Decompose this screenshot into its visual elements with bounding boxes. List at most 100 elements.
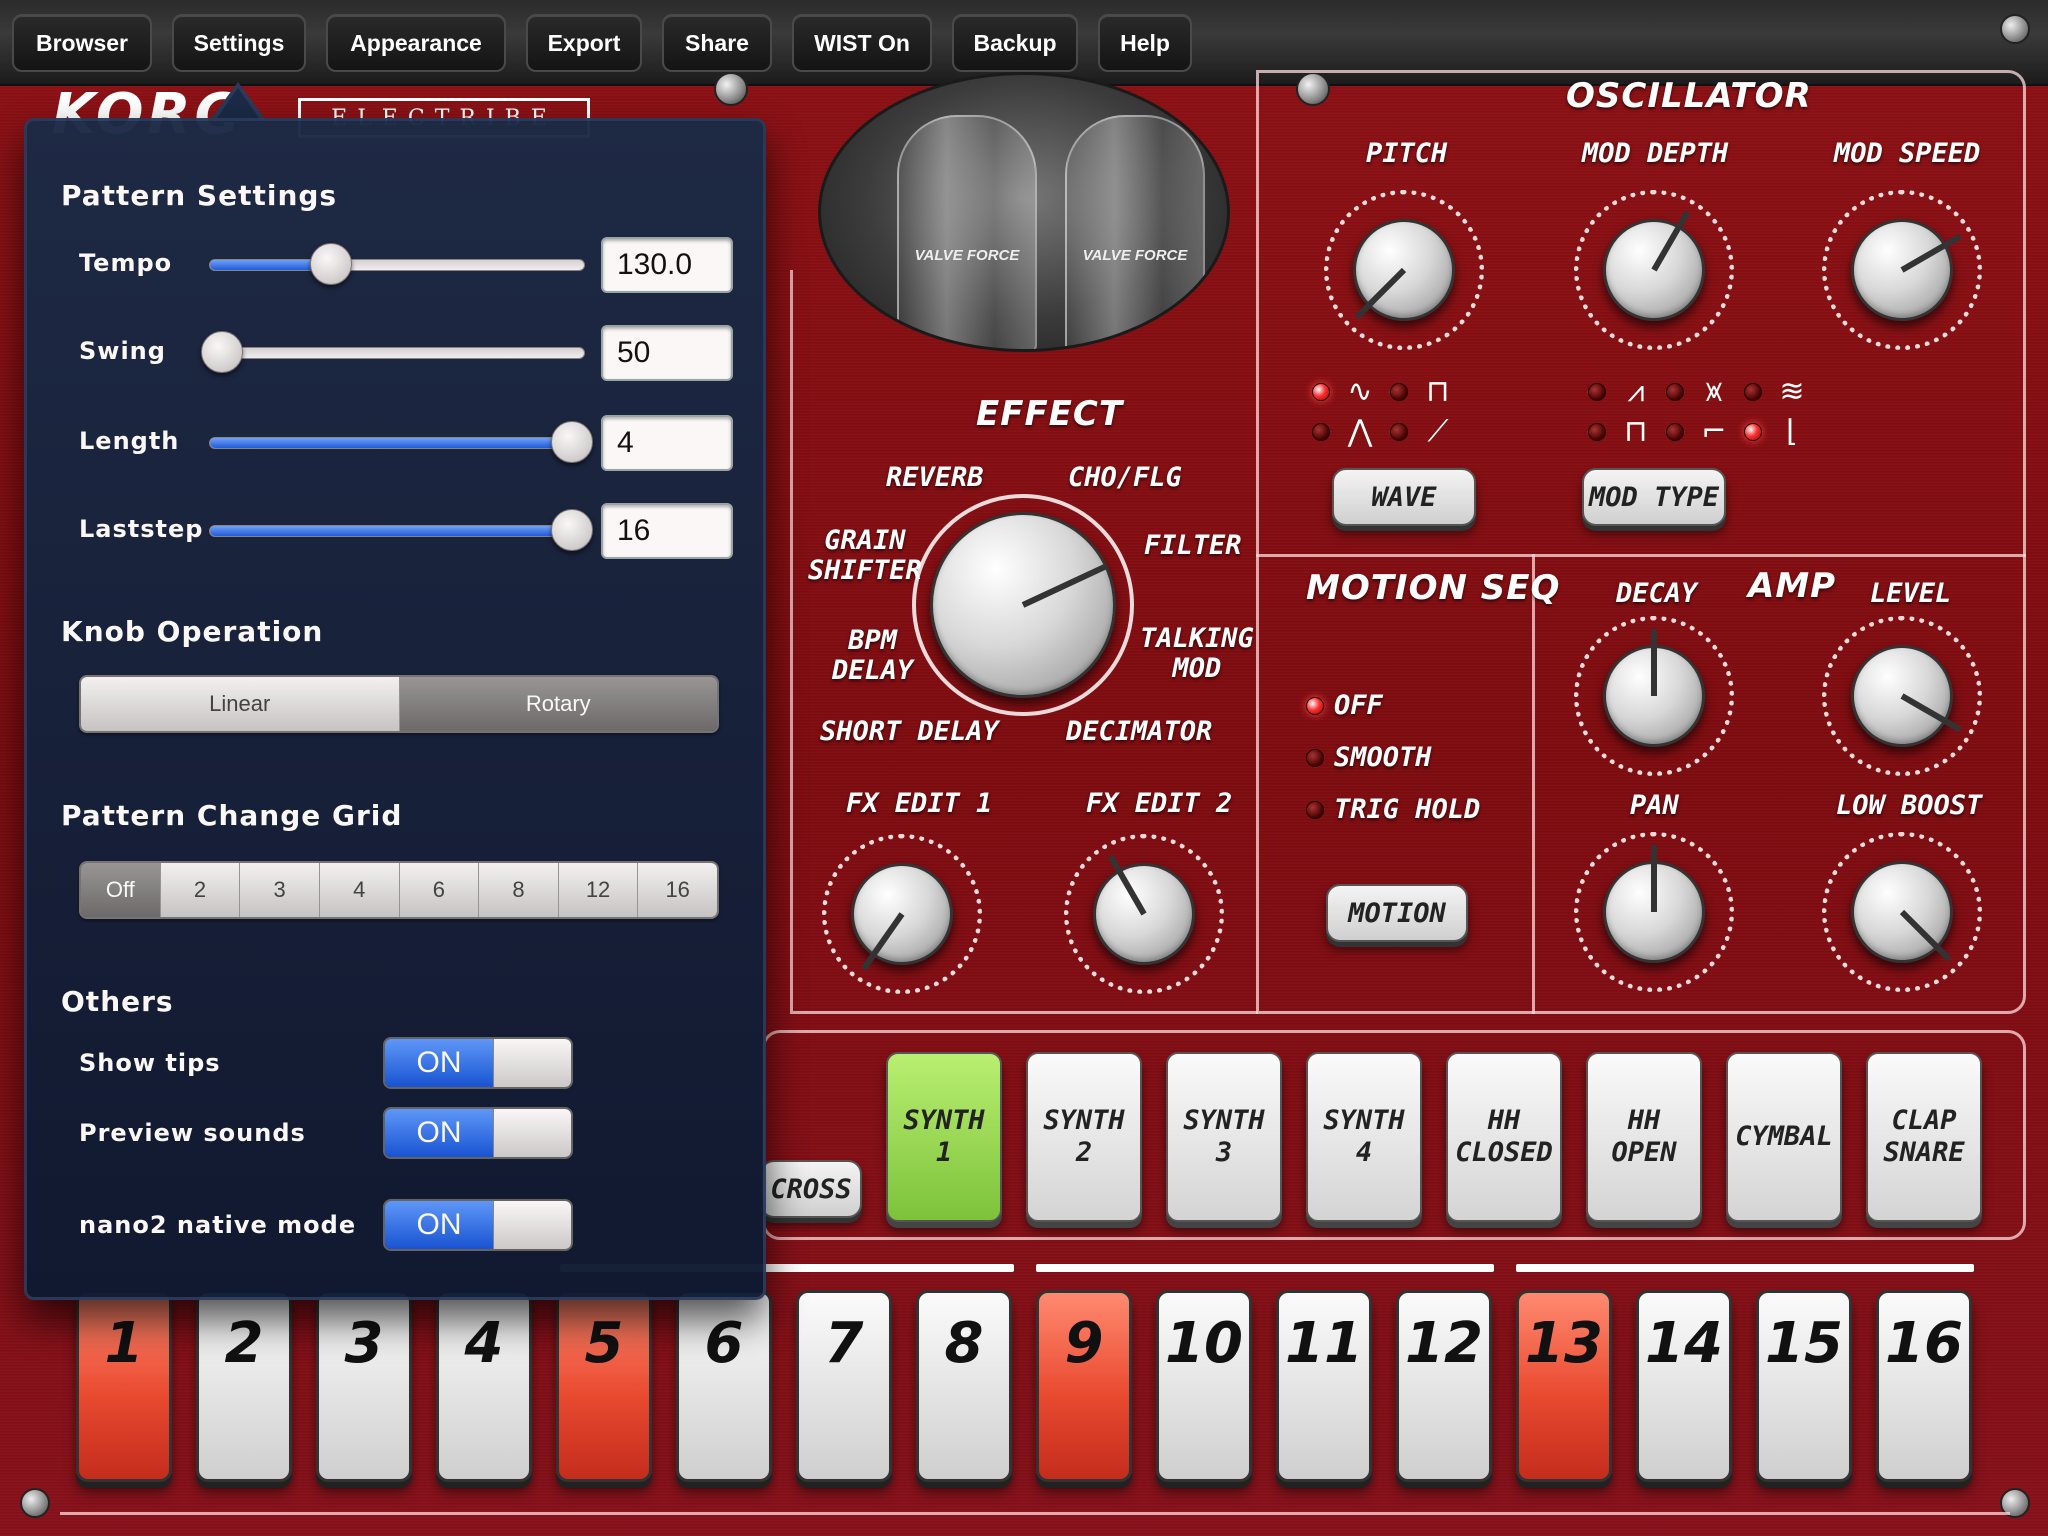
triangle-mod-icon[interactable]: ⩙ xyxy=(1694,374,1734,409)
step-group-rail xyxy=(1516,1264,1974,1272)
browser-button[interactable]: Browser xyxy=(12,14,152,72)
length-slider[interactable] xyxy=(209,437,585,449)
part-hh-closed[interactable]: HH CLOSED xyxy=(1446,1052,1562,1222)
tempo-slider-fill xyxy=(210,260,326,270)
part-synth-2[interactable]: SYNTH 2 xyxy=(1026,1052,1142,1222)
step-button-1[interactable]: 1 xyxy=(76,1290,172,1482)
part-hh-open[interactable]: HH OPEN xyxy=(1586,1052,1702,1222)
step-mod-icon[interactable]: ⌐ xyxy=(1694,414,1734,449)
level-knob[interactable] xyxy=(1822,616,1982,776)
tempo-slider[interactable] xyxy=(209,259,585,271)
step-button-15[interactable]: 15 xyxy=(1756,1290,1852,1482)
square-wave-icon[interactable]: ⊓ xyxy=(1418,374,1458,409)
help-button[interactable]: Help xyxy=(1098,14,1192,72)
show-tips-toggle[interactable]: ON xyxy=(383,1037,573,1089)
effect-select-knob[interactable] xyxy=(912,494,1134,716)
laststep-slider[interactable] xyxy=(209,525,585,537)
step-button-12[interactable]: 12 xyxy=(1396,1290,1492,1482)
step-button-13[interactable]: 13 xyxy=(1516,1290,1612,1482)
swing-slider-thumb[interactable] xyxy=(201,331,243,373)
wist-button[interactable]: WIST On xyxy=(792,14,932,72)
grid-option-16[interactable]: 16 xyxy=(638,863,717,917)
mod-depth-label: MOD DEPTH xyxy=(1582,138,1729,169)
low-boost-knob[interactable] xyxy=(1822,832,1982,992)
appearance-button[interactable]: Appearance xyxy=(326,14,506,72)
effect-talking-mod-label[interactable]: TALKING MOD xyxy=(1140,624,1254,684)
preview-sounds-toggle[interactable]: ON xyxy=(383,1107,573,1159)
step-button-5[interactable]: 5 xyxy=(556,1290,652,1482)
part-synth-1[interactable]: SYNTH 1 xyxy=(886,1052,1002,1222)
noise-mod-icon[interactable]: ≋ xyxy=(1772,374,1812,409)
step-button-6[interactable]: 6 xyxy=(676,1290,772,1482)
show-tips-label: Show tips xyxy=(79,1049,221,1077)
nano2-native-mode-toggle[interactable]: ON xyxy=(383,1199,573,1251)
step-button-14[interactable]: 14 xyxy=(1636,1290,1732,1482)
step-button-11[interactable]: 11 xyxy=(1276,1290,1372,1482)
knob-operation-linear[interactable]: Linear xyxy=(81,677,400,731)
length-slider-fill xyxy=(210,438,584,448)
part-cymbal[interactable]: CYMBAL xyxy=(1726,1052,1842,1222)
pan-knob[interactable] xyxy=(1574,832,1734,992)
export-button[interactable]: Export xyxy=(526,14,642,72)
decay-knob[interactable] xyxy=(1574,616,1734,776)
effect-short-delay-label[interactable]: SHORT DELAY xyxy=(820,716,999,747)
backup-button[interactable]: Backup xyxy=(952,14,1078,72)
step-button-10[interactable]: 10 xyxy=(1156,1290,1252,1482)
led-icon xyxy=(1306,748,1324,767)
mod-type-button[interactable]: MOD TYPE xyxy=(1582,468,1726,526)
tempo-label: Tempo xyxy=(79,249,173,277)
part-clap-snare[interactable]: CLAP SNARE xyxy=(1866,1052,1982,1222)
effect-choflg-label[interactable]: CHO/FLG xyxy=(1068,462,1182,493)
grid-option-4[interactable]: 4 xyxy=(319,863,400,917)
motion-option-smooth[interactable]: SMOOTH xyxy=(1306,742,1432,773)
effect-bpm-delay-label[interactable]: BPM DELAY xyxy=(832,626,913,686)
cross-button[interactable]: CROSS xyxy=(760,1160,862,1218)
saw-wave-icon[interactable]: ⟋ xyxy=(1418,414,1458,449)
step-button-8[interactable]: 8 xyxy=(916,1290,1012,1482)
swing-slider[interactable] xyxy=(209,347,585,359)
swing-value-field[interactable]: 50 xyxy=(601,325,733,381)
mod-speed-knob[interactable] xyxy=(1822,190,1982,350)
grid-option-3[interactable]: 3 xyxy=(240,863,320,917)
led-icon xyxy=(1312,382,1330,401)
step-button-9[interactable]: 9 xyxy=(1036,1290,1132,1482)
fx-edit-2-knob[interactable] xyxy=(1064,834,1224,994)
grid-option-6[interactable]: 6 xyxy=(399,863,480,917)
effect-reverb-label[interactable]: REVERB xyxy=(886,462,984,493)
part-synth-3[interactable]: SYNTH 3 xyxy=(1166,1052,1282,1222)
decay-mod-icon[interactable]: ⌊ xyxy=(1772,414,1812,449)
laststep-slider-thumb[interactable] xyxy=(551,509,593,551)
step-button-16[interactable]: 16 xyxy=(1876,1290,1972,1482)
saw-mod-icon[interactable]: ⩘ xyxy=(1616,374,1656,409)
step-button-2[interactable]: 2 xyxy=(196,1290,292,1482)
grid-option-2[interactable]: 2 xyxy=(160,863,241,917)
wave-button[interactable]: WAVE xyxy=(1332,468,1476,526)
triangle-wave-icon[interactable]: ⋀ xyxy=(1340,414,1380,449)
square-mod-icon[interactable]: ⊓ xyxy=(1616,414,1656,449)
mod-depth-knob[interactable] xyxy=(1574,190,1734,350)
motion-option-trig-hold[interactable]: TRIG HOLD xyxy=(1306,794,1480,825)
step-button-3[interactable]: 3 xyxy=(316,1290,412,1482)
motion-option-off[interactable]: OFF xyxy=(1306,690,1383,721)
length-value-field[interactable]: 4 xyxy=(601,415,733,471)
fx-edit-1-knob[interactable] xyxy=(822,834,982,994)
laststep-value-field[interactable]: 16 xyxy=(601,503,733,559)
sine-wave-icon[interactable]: ∿ xyxy=(1340,374,1380,409)
effect-grain-shifter-label[interactable]: GRAIN SHIFTER xyxy=(808,526,922,586)
grid-option-off[interactable]: Off xyxy=(81,863,161,917)
settings-button[interactable]: Settings xyxy=(172,14,306,72)
effect-filter-label[interactable]: FILTER xyxy=(1144,530,1242,561)
grid-option-12[interactable]: 12 xyxy=(558,863,639,917)
tempo-value-field[interactable]: 130.0 xyxy=(601,237,733,293)
motion-button[interactable]: MOTION xyxy=(1326,884,1468,942)
grid-option-8[interactable]: 8 xyxy=(479,863,559,917)
pitch-knob[interactable] xyxy=(1324,190,1484,350)
knob-operation-rotary[interactable]: Rotary xyxy=(399,677,717,731)
step-button-7[interactable]: 7 xyxy=(796,1290,892,1482)
step-button-4[interactable]: 4 xyxy=(436,1290,532,1482)
tempo-slider-thumb[interactable] xyxy=(309,243,352,285)
part-synth-4[interactable]: SYNTH 4 xyxy=(1306,1052,1422,1222)
share-button[interactable]: Share xyxy=(662,14,772,72)
effect-decimator-label[interactable]: DECIMATOR xyxy=(1066,716,1212,747)
length-slider-thumb[interactable] xyxy=(551,421,593,463)
